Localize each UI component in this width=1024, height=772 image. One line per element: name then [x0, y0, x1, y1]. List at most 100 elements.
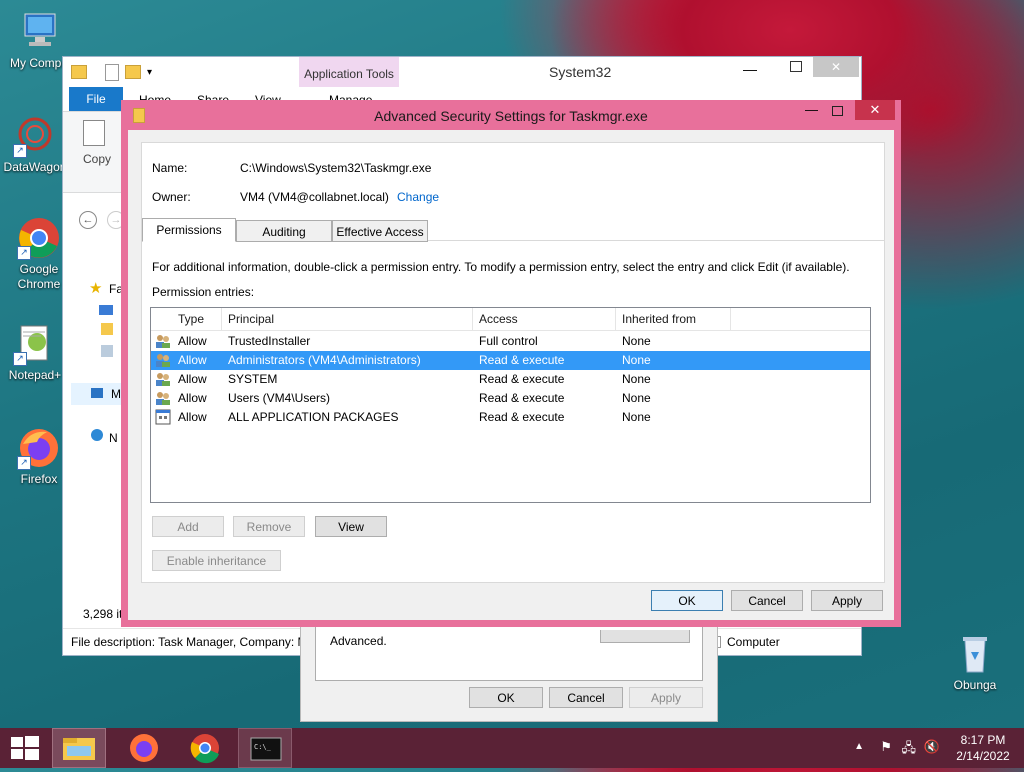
user-group-icon [155, 371, 171, 387]
cell-inherited: None [622, 410, 651, 424]
minimize-button[interactable]: — [805, 102, 818, 117]
column-divider[interactable] [615, 308, 616, 330]
shortcut-arrow-icon: ↗ [17, 246, 31, 260]
taskbar-explorer[interactable] [52, 728, 106, 768]
file-description: File description: Task Manager, Company:… [71, 635, 308, 649]
name-label: Name: [152, 161, 188, 175]
column-inherited-from[interactable]: Inherited from [622, 312, 696, 326]
ok-button[interactable]: OK [469, 687, 543, 708]
customize-quick-access-icon[interactable]: ▾ [147, 67, 152, 78]
permission-row[interactable]: Allow SYSTEM Read & execute None [151, 370, 870, 389]
firefox-icon [130, 734, 158, 762]
firefox-icon: ↗ [17, 426, 61, 470]
name-value: C:\Windows\System32\Taskmgr.exe [240, 161, 432, 175]
copy-label[interactable]: Copy [83, 152, 111, 166]
taskbar-chrome[interactable] [178, 728, 232, 768]
user-group-icon [155, 352, 171, 368]
this-pc-icon [91, 388, 103, 398]
copy-icon[interactable] [83, 120, 105, 146]
properties-panel: Advanced. [315, 621, 703, 681]
column-divider[interactable] [472, 308, 473, 330]
start-button[interactable] [0, 728, 54, 768]
app-package-icon [155, 409, 171, 425]
permission-entries-list[interactable]: Type Principal Access Inherited from All… [150, 307, 871, 503]
volume-muted-icon[interactable]: 🔇 [924, 739, 940, 755]
show-hidden-icons-icon[interactable]: ▲ [854, 741, 864, 752]
dialog-titlebar: Advanced Security Settings for Taskmgr.e… [121, 100, 901, 130]
new-folder-icon[interactable] [125, 65, 141, 79]
nav-this-pc-label: M [111, 387, 121, 401]
column-access[interactable]: Access [479, 312, 518, 326]
clock[interactable]: 8:17 PM 2/14/2022 [944, 732, 1022, 764]
clock-date: 2/14/2022 [956, 749, 1010, 763]
cell-access: Read & execute [479, 391, 565, 405]
action-center-icon[interactable]: ⚑ [880, 739, 892, 755]
taskbar-cmd[interactable]: C:\_ [238, 728, 292, 768]
explorer-titlebar: ▾ Application Tools System32 — ✕ [63, 57, 861, 87]
advanced-button[interactable] [600, 630, 690, 643]
properties-icon[interactable] [105, 64, 119, 81]
tab-permissions[interactable]: Permissions [142, 218, 236, 242]
cell-inherited: None [622, 334, 651, 348]
ok-button[interactable]: OK [651, 590, 723, 611]
maximize-button[interactable] [832, 106, 843, 116]
permission-row[interactable]: Allow Users (VM4\Users) Read & execute N… [151, 389, 870, 408]
notepadpp-icon: ↗ [13, 322, 57, 366]
shortcut-arrow-icon: ↗ [17, 456, 31, 470]
downloads-icon [101, 323, 113, 335]
taskbar: C:\_ ▲ ⚑ 🖧 🔇 8:17 PM 2/14/2022 [0, 728, 1024, 768]
tab-file[interactable]: File [69, 87, 123, 111]
tab-auditing[interactable]: Auditing [236, 220, 332, 242]
enable-inheritance-button: Enable inheritance [152, 550, 281, 571]
change-owner-link[interactable]: Change [397, 190, 439, 204]
user-group-icon [155, 333, 171, 349]
cancel-button[interactable]: Cancel [549, 687, 623, 708]
apply-button: Apply [629, 687, 703, 708]
navigation-pane: ★ Fa M N [63, 267, 123, 597]
back-icon[interactable]: ← [79, 211, 97, 229]
desktop-icon-label: Obunga [953, 678, 997, 692]
clock-time: 8:17 PM [960, 733, 1006, 747]
recent-places-icon [101, 345, 113, 357]
cell-principal: Administrators (VM4\Administrators) [228, 353, 421, 367]
column-type[interactable]: Type [178, 312, 204, 326]
close-button[interactable]: ✕ [813, 57, 859, 77]
desktop-icon-recycle-bin[interactable]: Obunga [938, 632, 1012, 693]
maximize-button[interactable] [790, 61, 802, 72]
cell-type: Allow [178, 334, 207, 348]
cell-access: Read & execute [479, 353, 565, 367]
svg-text:C:\_: C:\_ [254, 743, 272, 751]
folder-icon [71, 65, 87, 79]
file-explorer-icon [63, 738, 95, 760]
taskbar-firefox[interactable] [118, 728, 172, 768]
close-button[interactable]: ✕ [855, 100, 895, 120]
remove-button: Remove [233, 516, 305, 537]
permission-row[interactable]: Allow ALL APPLICATION PACKAGES Read & ex… [151, 408, 870, 427]
recycle-bin-icon [953, 632, 997, 676]
column-divider[interactable] [730, 308, 731, 330]
column-principal[interactable]: Principal [228, 312, 274, 326]
star-icon: ★ [89, 280, 103, 297]
advanced-security-dialog: Advanced Security Settings for Taskmgr.e… [121, 100, 901, 627]
permission-row[interactable]: Allow TrustedInstaller Full control None [151, 332, 870, 351]
column-divider[interactable] [221, 308, 222, 330]
view-button[interactable]: View [315, 516, 387, 537]
owner-label: Owner: [152, 190, 191, 204]
add-button: Add [152, 516, 224, 537]
tab-effective-access[interactable]: Effective Access [332, 220, 428, 242]
network-icon [91, 429, 103, 441]
cancel-button[interactable]: Cancel [731, 590, 803, 611]
explorer-title: System32 [549, 64, 612, 80]
computer-icon [17, 10, 61, 54]
minimize-button[interactable]: — [743, 61, 757, 77]
nav-this-pc[interactable]: M [71, 383, 123, 405]
shortcut-arrow-icon: ↗ [13, 352, 27, 366]
application-tools-label: Application Tools [299, 57, 399, 87]
apply-button[interactable]: Apply [811, 590, 883, 611]
permission-row-selected[interactable]: Allow Administrators (VM4\Administrators… [151, 351, 870, 370]
shortcut-arrow-icon: ↗ [13, 144, 27, 158]
list-header: Type Principal Access Inherited from [151, 308, 870, 331]
network-icon[interactable]: 🖧 [902, 739, 917, 761]
nav-network[interactable]: N [109, 431, 118, 445]
cell-type: Allow [178, 372, 207, 386]
